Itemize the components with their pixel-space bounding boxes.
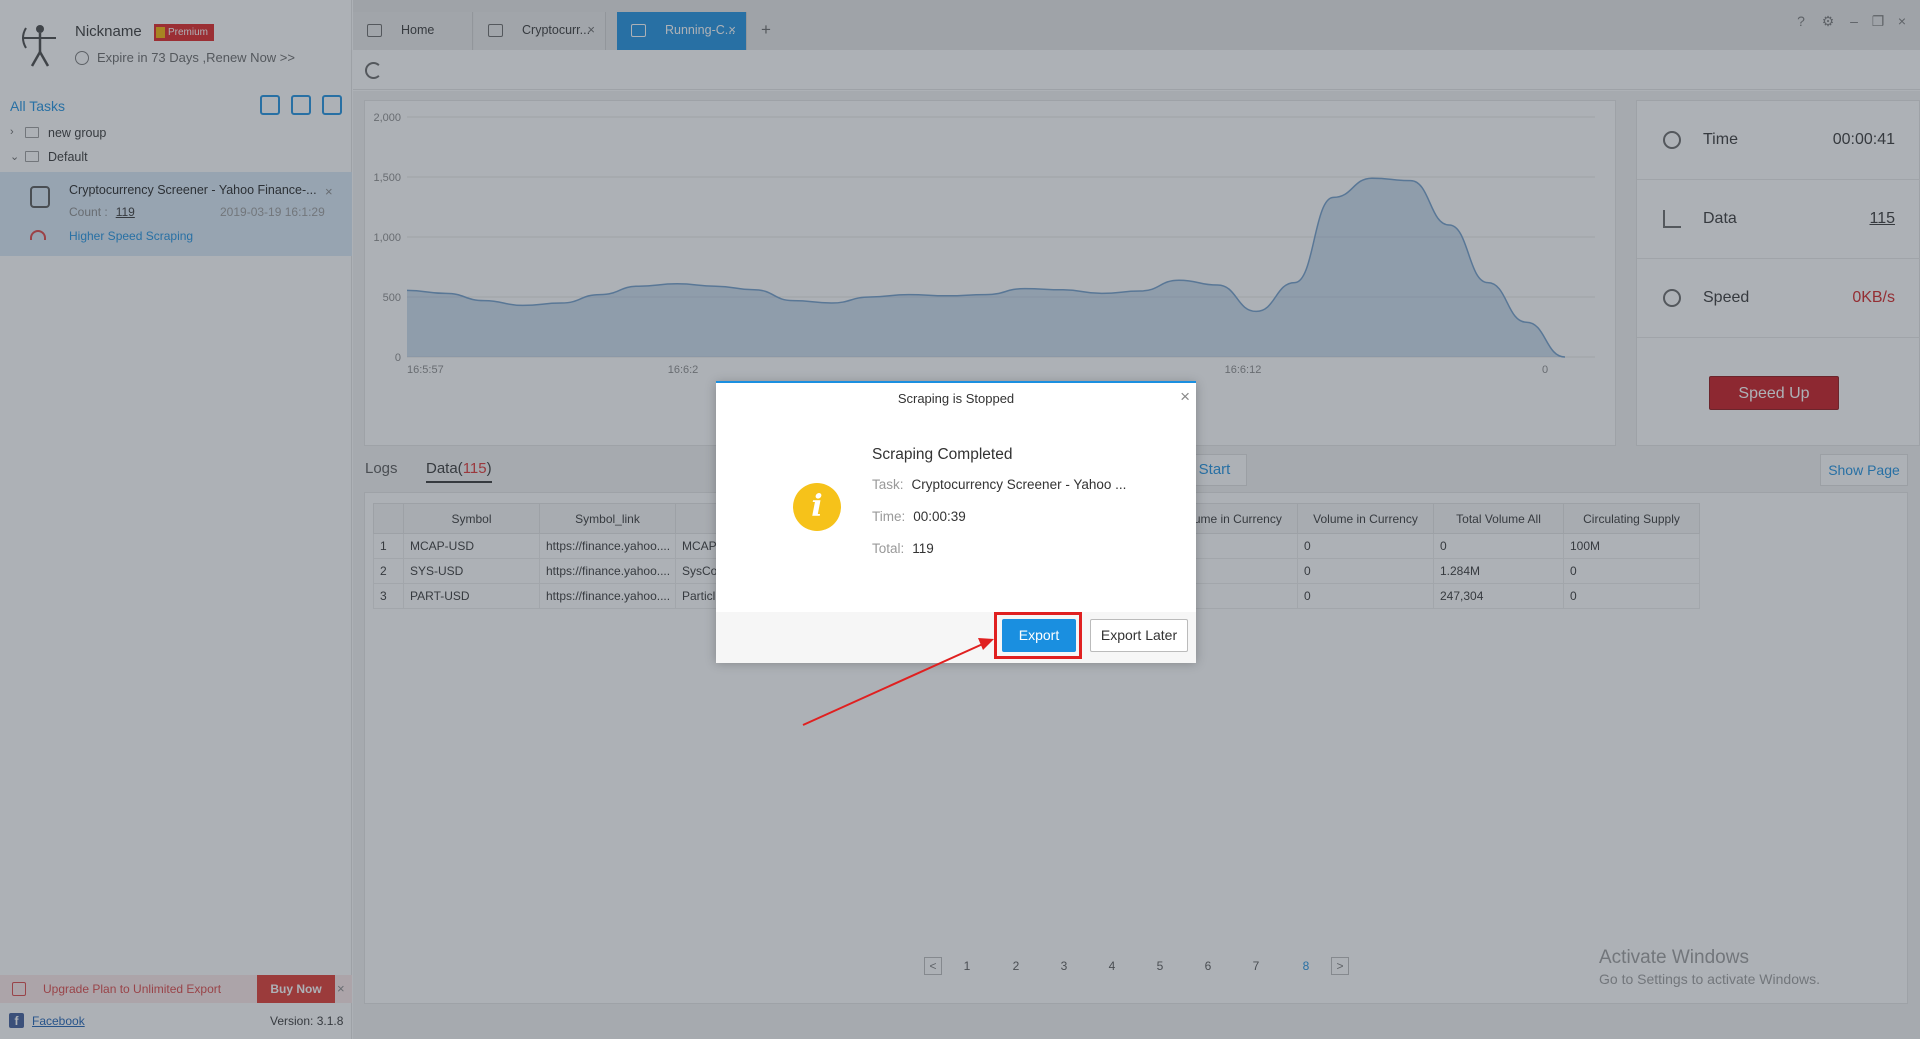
task-name-value: Cryptocurrency Screener - Yahoo ... [911, 477, 1127, 492]
field-label: Task: [872, 477, 904, 492]
dialog-task-row: Task: Cryptocurrency Screener - Yahoo ... [872, 477, 1126, 492]
info-icon: i [793, 483, 841, 531]
dialog-title: Scraping is Stopped [897, 391, 1015, 406]
dialog-heading: Scraping Completed [872, 446, 1013, 463]
dialog-footer: Export Export Later [716, 612, 1196, 663]
field-label: Total: [872, 541, 905, 556]
field-label: Time: [872, 509, 906, 524]
export-later-button[interactable]: Export Later [1090, 619, 1188, 652]
dialog-time-row: Time: 00:00:39 [872, 509, 966, 524]
total-value: 119 [912, 541, 934, 556]
time-value: 00:00:39 [913, 509, 966, 524]
export-button[interactable]: Export [1002, 619, 1076, 652]
dialog-total-row: Total: 119 [872, 541, 934, 556]
close-icon[interactable]: × [1180, 387, 1190, 407]
scraping-stopped-dialog: Scraping is Stopped × i Scraping Complet… [716, 381, 1196, 663]
